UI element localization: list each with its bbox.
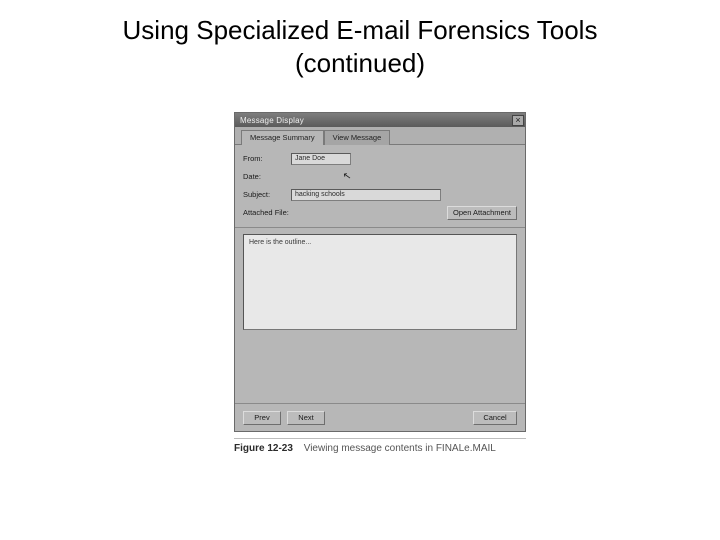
tab-view-message[interactable]: View Message — [324, 130, 391, 145]
from-field[interactable]: Jane Doe — [291, 153, 351, 165]
title-line-2: (continued) — [295, 48, 425, 78]
figure-description: Viewing message contents in FINALe.MAIL — [304, 443, 496, 454]
prev-button[interactable]: Prev — [243, 411, 281, 425]
cancel-button[interactable]: Cancel — [473, 411, 517, 425]
tabstrip: Message Summary View Message — [235, 127, 525, 145]
figure-number: Figure 12-23 — [234, 443, 293, 454]
open-attachment-button[interactable]: Open Attachment — [447, 206, 517, 220]
date-row: Date: — [243, 169, 517, 184]
cursor-icon: ↖ — [342, 170, 352, 182]
date-label: Date: — [243, 172, 291, 181]
next-button[interactable]: Next — [287, 411, 325, 425]
subject-row: Subject: hacking schools — [243, 187, 517, 202]
title-line-1: Using Specialized E-mail Forensics Tools — [123, 15, 598, 45]
attached-label: Attached File: — [243, 208, 305, 217]
window-footer: Prev Next Cancel — [235, 403, 525, 431]
from-row: From: Jane Doe — [243, 151, 517, 166]
message-body-text: Here is the outline... — [249, 239, 311, 246]
subject-field[interactable]: hacking schools — [291, 189, 441, 201]
slide: Using Specialized E-mail Forensics Tools… — [0, 0, 720, 540]
figure-caption: Figure 12-23 Viewing message contents in… — [234, 438, 526, 454]
page-title: Using Specialized E-mail Forensics Tools… — [0, 0, 720, 79]
figure-container: Message Display × Message Summary View M… — [234, 112, 526, 454]
close-icon[interactable]: × — [512, 115, 524, 126]
header-fields: From: Jane Doe Date: Subject: hacking sc… — [235, 145, 525, 228]
message-body[interactable]: Here is the outline... — [243, 234, 517, 330]
attached-row: Attached File: Open Attachment — [243, 205, 517, 220]
tab-message-summary[interactable]: Message Summary — [241, 130, 324, 145]
message-display-window: Message Display × Message Summary View M… — [234, 112, 526, 432]
from-label: From: — [243, 154, 291, 163]
window-title: Message Display — [240, 116, 304, 125]
titlebar: Message Display × — [235, 113, 525, 127]
subject-label: Subject: — [243, 190, 291, 199]
